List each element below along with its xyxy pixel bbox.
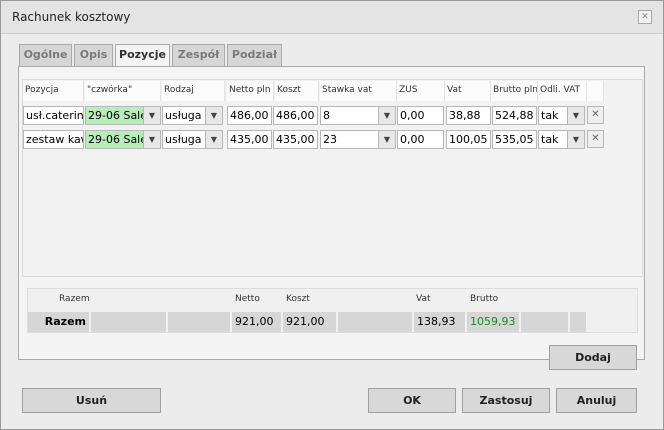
select-stawka-vat[interactable]: 23 ▼ — [320, 130, 396, 149]
summary-label-koszt: Koszt — [286, 294, 310, 304]
summary-vat: 138,93 — [414, 312, 466, 332]
tab-podzial[interactable]: Podział — [227, 44, 282, 66]
remove-row-icon[interactable]: ✕ — [587, 106, 604, 124]
select-czworka[interactable]: 29-06 Sale, ▼ — [85, 106, 161, 125]
cell-netto[interactable]: 435,00 — [227, 130, 272, 149]
summary-netto: 921,00 — [232, 312, 282, 332]
select-value: 8 — [323, 109, 330, 122]
summary-brutto: 1059,93 — [467, 312, 520, 332]
apply-button[interactable]: Zastosuj — [462, 388, 550, 413]
remove-row-icon[interactable]: ✕ — [587, 130, 604, 148]
chevron-down-icon[interactable]: ▼ — [143, 107, 160, 124]
column-header-czworka: "czwórka" — [85, 81, 161, 101]
cell-koszt[interactable]: 435,00 — [273, 130, 318, 149]
cell-vat[interactable]: 38,88 — [446, 106, 491, 125]
cell-brutto[interactable]: 535,05 — [492, 130, 537, 149]
column-header-rodzaj: Rodzaj — [162, 81, 225, 101]
select-rodzaj[interactable]: usługa ▼ — [162, 130, 223, 149]
close-icon[interactable]: ✕ — [638, 10, 652, 24]
cell-vat[interactable]: 100,05 — [446, 130, 491, 149]
column-header-zus: ZUS — [397, 81, 445, 101]
cell-pozycja[interactable]: usł.cateringo — [23, 106, 84, 125]
select-value: 29-06 Sale, — [88, 133, 151, 146]
chevron-down-icon[interactable]: ▼ — [205, 107, 222, 124]
column-header-netto: Netto pln — [227, 81, 274, 101]
chevron-down-icon[interactable]: ▼ — [205, 131, 222, 148]
chevron-down-icon[interactable]: ▼ — [378, 107, 395, 124]
summary-empty — [570, 312, 587, 332]
summary-koszt: 921,00 — [283, 312, 337, 332]
summary-razem: Razem — [28, 312, 90, 332]
summary-empty — [521, 312, 569, 332]
tab-pozycje[interactable]: Pozycje — [115, 44, 170, 67]
column-header-stawka-vat: Stawka vat — [320, 81, 397, 101]
cell-zus[interactable]: 0,00 — [397, 106, 444, 125]
chevron-down-icon[interactable]: ▼ — [143, 131, 160, 148]
select-value: tak — [541, 109, 559, 122]
window-title: Rachunek kosztowy — [12, 10, 131, 24]
summary-empty — [91, 312, 167, 332]
select-value: usługa — [165, 133, 202, 146]
cell-zus[interactable]: 0,00 — [397, 130, 444, 149]
select-stawka-vat[interactable]: 8 ▼ — [320, 106, 396, 125]
chevron-down-icon[interactable]: ▼ — [567, 107, 584, 124]
titlebar: Rachunek kosztowy ✕ — [1, 1, 663, 34]
select-odli-vat[interactable]: tak ▼ — [538, 106, 585, 125]
column-header-pozycja: Pozycja — [23, 81, 84, 101]
delete-button[interactable]: Usuń — [22, 388, 161, 413]
summary-label-razem: Razem — [59, 294, 90, 304]
tab-opis[interactable]: Opis — [74, 44, 113, 66]
cell-brutto[interactable]: 524,88 — [492, 106, 537, 125]
column-header-odli-vat: Odli. VAT — [538, 81, 587, 101]
select-value: 29-06 Sale, — [88, 109, 151, 122]
summary-label-netto: Netto — [235, 294, 260, 304]
cell-koszt[interactable]: 486,00 — [273, 106, 318, 125]
column-header-actions — [587, 81, 604, 101]
select-odli-vat[interactable]: tak ▼ — [538, 130, 585, 149]
column-header-koszt: Koszt — [275, 81, 319, 101]
column-header-brutto: Brutto pln — [491, 81, 538, 101]
summary-empty — [168, 312, 231, 332]
select-value: 23 — [323, 133, 337, 146]
tab-ogolne[interactable]: Ogólne — [19, 44, 72, 66]
chevron-down-icon[interactable]: ▼ — [378, 131, 395, 148]
cell-pozycja[interactable]: zestaw kaw — [23, 130, 84, 149]
select-czworka[interactable]: 29-06 Sale, ▼ — [85, 130, 161, 149]
summary-empty — [338, 312, 413, 332]
ok-button[interactable]: OK — [368, 388, 456, 413]
summary-label-vat: Vat — [416, 294, 431, 304]
cell-netto[interactable]: 486,00 — [227, 106, 272, 125]
select-rodzaj[interactable]: usługa ▼ — [162, 106, 223, 125]
add-button[interactable]: Dodaj — [549, 345, 637, 370]
tab-zespol[interactable]: Zespół — [172, 44, 225, 66]
column-header-vat: Vat — [445, 81, 491, 101]
select-value: usługa — [165, 109, 202, 122]
cancel-button[interactable]: Anuluj — [556, 388, 637, 413]
summary-label-brutto: Brutto — [470, 294, 499, 304]
chevron-down-icon[interactable]: ▼ — [567, 131, 584, 148]
select-value: tak — [541, 133, 559, 146]
